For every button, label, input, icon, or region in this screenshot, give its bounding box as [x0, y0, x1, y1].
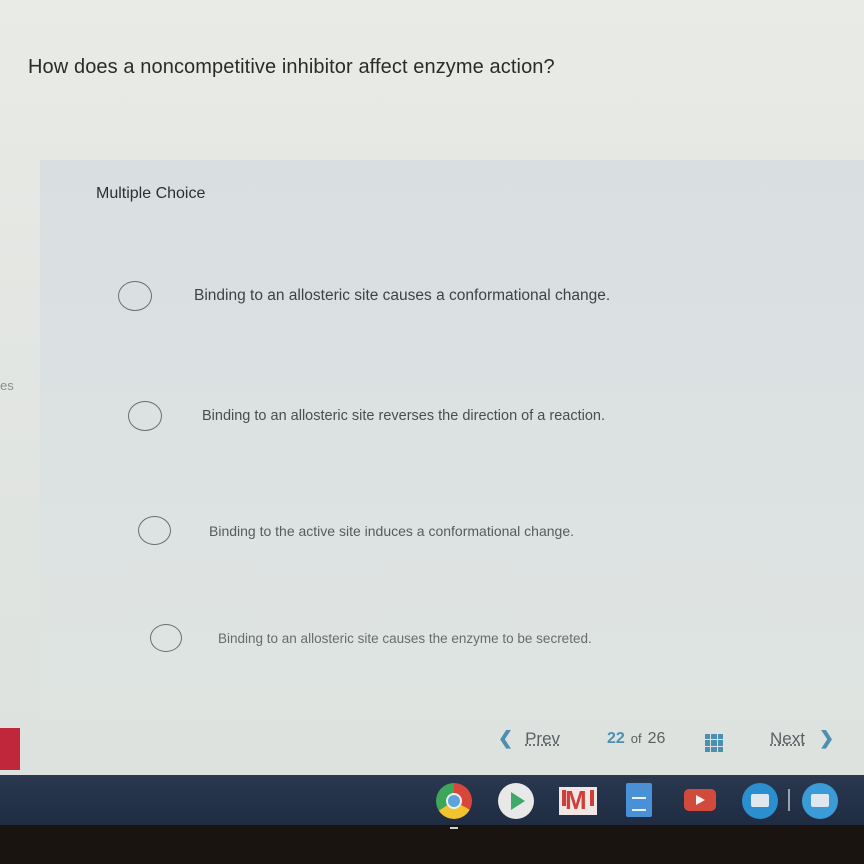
answer-option[interactable]: Binding to an allosteric site reverses t… — [128, 401, 605, 431]
next-button[interactable]: Next ❯ — [770, 728, 834, 749]
radio-button[interactable] — [150, 624, 182, 652]
running-indicator — [450, 827, 458, 829]
browser-screen: es How does a noncompetitive inhibitor a… — [0, 0, 864, 780]
radio-button[interactable] — [128, 401, 162, 431]
answer-option[interactable]: Binding to an allosteric site causes the… — [150, 624, 592, 652]
radio-button[interactable] — [138, 516, 171, 545]
answer-option-text: Binding to the active site induces a con… — [209, 522, 575, 539]
shelf-divider — [788, 789, 790, 811]
page-counter: 22 of 26 — [607, 730, 665, 748]
prev-button[interactable]: ❮ Prev — [498, 728, 560, 749]
youtube-icon[interactable] — [684, 789, 716, 811]
prev-label: Prev — [525, 728, 561, 748]
radio-button[interactable] — [118, 281, 152, 311]
question-type-label: Multiple Choice — [96, 185, 206, 202]
chevron-left-icon: ❮ — [498, 728, 514, 748]
question-text: How does a noncompetitive inhibitor affe… — [28, 56, 555, 78]
total-pages: 26 — [647, 730, 666, 747]
files-icon[interactable] — [742, 783, 778, 819]
answer-option-text: Binding to an allosteric site causes the… — [218, 630, 592, 646]
files-icon[interactable] — [802, 783, 838, 819]
next-label: Next — [770, 728, 805, 748]
chrome-icon[interactable] — [436, 783, 472, 829]
of-label: of — [630, 731, 642, 746]
current-page: 22 — [607, 730, 625, 747]
answer-option[interactable]: Binding to the active site induces a con… — [138, 516, 574, 545]
play-store-icon[interactable] — [498, 783, 534, 819]
docs-icon[interactable] — [626, 783, 652, 817]
sidebar-partial-label: es — [0, 378, 14, 393]
answer-option[interactable]: Binding to an allosteric site causes a c… — [118, 281, 610, 311]
answer-option-text: Binding to an allosteric site reverses t… — [202, 408, 605, 424]
question-navigation: ❮ Prev 22 of 26 Next ❯ — [0, 728, 864, 760]
answer-option-text: Binding to an allosteric site causes a c… — [194, 287, 611, 304]
grid-icon[interactable] — [705, 734, 723, 752]
chevron-right-icon: ❯ — [818, 728, 835, 748]
taskbar-shelf — [0, 775, 864, 829]
gmail-icon[interactable] — [559, 785, 597, 816]
